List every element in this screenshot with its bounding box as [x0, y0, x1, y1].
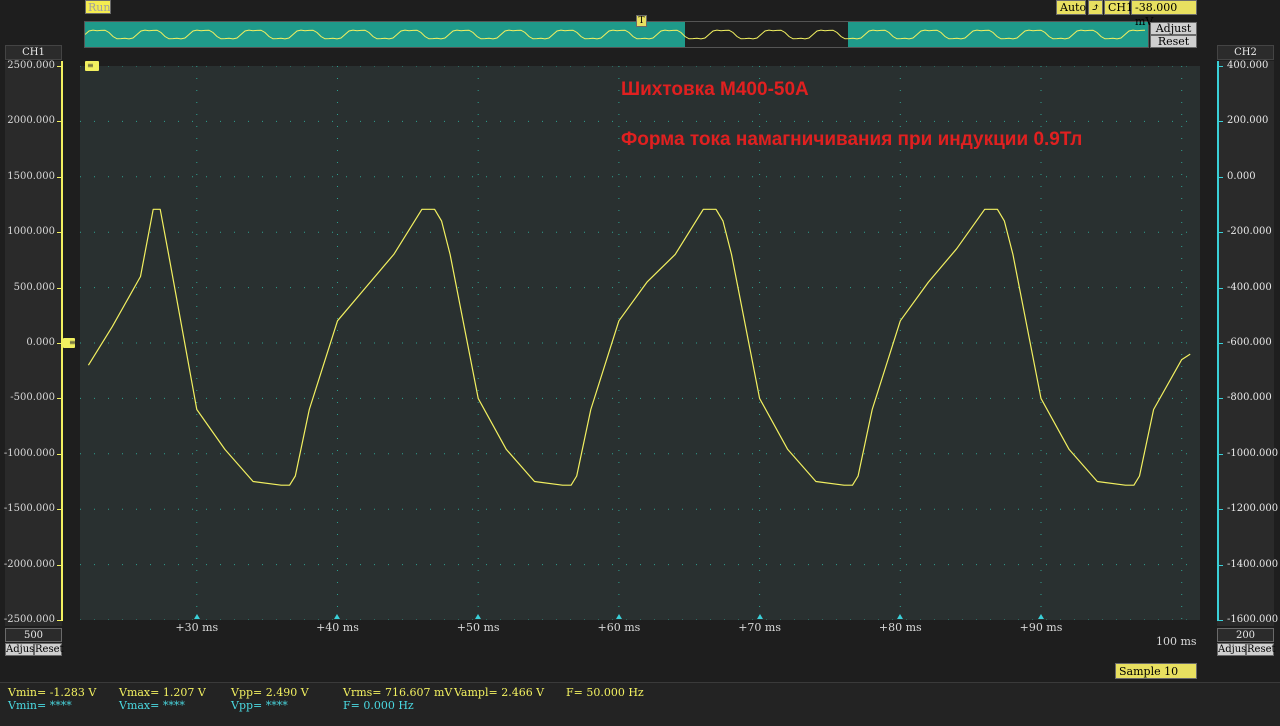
ch1-tick-mark — [57, 398, 61, 400]
x-tick-label: +50 ms — [456, 621, 500, 634]
ch2-scale[interactable]: 200 mV/Grid — [1217, 628, 1274, 655]
ch1-tick-mark — [57, 509, 61, 511]
ch1-tick-mark — [57, 453, 61, 455]
ch1-tick-mark — [57, 121, 61, 123]
ch1-tick-mark — [57, 343, 61, 344]
ch2-tick-label: 400.000 — [1227, 60, 1269, 71]
ch2-tick-label: 200.000 — [1227, 115, 1269, 127]
ch1-tick-label: -1000.000 — [3, 447, 55, 459]
ch2-tick-mark — [1219, 232, 1223, 234]
ch1-label[interactable]: CH1 — [5, 45, 62, 60]
ch2-tick-mark — [1219, 509, 1223, 511]
ch2-tick-mark — [1219, 66, 1223, 67]
ch1-adjust-button[interactable]: Adjust — [5, 643, 38, 656]
annotation-title: Шихтовка М400-50А — [621, 79, 809, 100]
ch1-reset-button[interactable]: Reset — [34, 643, 64, 656]
x-tick-label: +80 ms — [878, 621, 922, 634]
ch1-vmin: Vmin= -1.283 V — [8, 686, 97, 699]
ch2-vmin: Vmin= **** — [8, 699, 72, 712]
ch1-tick-label: 0.000 — [26, 337, 55, 348]
ch2-vmax: Vmax= **** — [119, 699, 185, 712]
x-tick-marker — [615, 614, 622, 619]
ch2-tick-label: -800.000 — [1227, 392, 1272, 404]
ch1-tick-label: -2000.000 — [3, 558, 55, 570]
ch2-tick-label: -400.000 — [1227, 281, 1272, 293]
trigger-position-marker[interactable]: T — [636, 15, 647, 27]
ch1-tick-label: -500.000 — [10, 392, 55, 404]
ch1-tick-mark — [57, 232, 61, 234]
annotation-subtitle: Форма тока намагничивания при индукции 0… — [621, 129, 1083, 150]
x-tick-label: +70 ms — [738, 621, 781, 634]
trigger-channel[interactable]: CH1 — [1104, 0, 1133, 15]
ch1-tick-mark — [57, 564, 61, 566]
ch2-tick-mark — [1219, 564, 1223, 566]
overview-adjust-button[interactable]: Adjust — [1150, 22, 1197, 35]
x-tick-marker — [897, 614, 904, 619]
ch1-vampl: Vampl= 2.466 V — [454, 686, 545, 699]
ch2-adjust-button[interactable]: Adjust — [1217, 643, 1250, 656]
ch2-tick-label: -1400.000 — [1227, 558, 1279, 570]
ch2-frequency: F= 0.000 Hz — [343, 699, 414, 712]
overview-reset-button[interactable]: Reset — [1150, 35, 1197, 48]
ch2-tick-mark — [1219, 287, 1223, 289]
ch1-frequency: F= 50.000 Hz — [566, 686, 644, 699]
overview-strip[interactable] — [84, 21, 1149, 48]
ch1-vrms: Vrms= 716.607 mV — [343, 686, 453, 699]
x-tick-label: +30 ms — [175, 621, 219, 634]
sample-rate[interactable]: Sample 10 KHz — [1115, 663, 1197, 693]
ch1-tick-mark — [57, 66, 61, 67]
ch1-tick-label: 1500.000 — [7, 170, 55, 182]
ch2-axis-line — [1217, 61, 1219, 621]
ch1-waveform — [87, 208, 1191, 486]
x-tick-label: +60 ms — [597, 621, 641, 634]
ch2-tick-mark — [1219, 620, 1223, 621]
x-tick-label: +90 ms — [1019, 621, 1063, 634]
ch2-tick-label: -1200.000 — [1227, 503, 1279, 515]
ch1-tick-label: -2500.000 — [3, 614, 55, 625]
timebase-label: 100 ms — [1156, 635, 1197, 648]
ch1-scale[interactable]: 500 mV/Grid — [5, 628, 62, 655]
ch2-reset-button[interactable]: Reset — [1246, 643, 1276, 656]
ch1-tick-mark — [57, 620, 61, 621]
ch2-tick-label: -600.000 — [1227, 337, 1272, 348]
trigger-edge-icon[interactable]: ⤴ — [1088, 0, 1103, 15]
x-tick-marker — [1038, 614, 1044, 619]
ch2-tick-mark — [1219, 176, 1223, 178]
ch1-vpp: Vpp= 2.490 V — [231, 686, 309, 699]
ch1-tick-label: 2000.000 — [7, 115, 55, 127]
ch1-tick-label: -1500.000 — [3, 503, 55, 515]
ch2-tick-label: -200.000 — [1227, 226, 1272, 238]
x-tick-marker — [756, 614, 763, 619]
x-tick-marker — [475, 614, 482, 619]
ch1-vmax: Vmax= 1.207 V — [119, 686, 206, 699]
ch2-tick-mark — [1219, 343, 1223, 344]
x-tick-marker — [334, 614, 341, 619]
ch2-tick-label: -1000.000 — [1227, 447, 1279, 459]
ch1-zero-marker[interactable]: ≡ — [63, 338, 76, 348]
ch2-tick-label: -1600.000 — [1227, 614, 1279, 625]
ch1-tick-label: 1000.000 — [7, 226, 55, 238]
run-button[interactable]: Run — [85, 0, 111, 14]
ch1-tick-mark — [57, 287, 61, 289]
ch1-zero-marker-icon: ≡ — [69, 338, 76, 347]
ch2-tick-mark — [1219, 121, 1223, 123]
ch1-tick-label: 2500.000 — [7, 60, 55, 71]
x-tick-label: +40 ms — [316, 621, 359, 634]
trigger-level[interactable]: -38.000 mV — [1131, 0, 1197, 28]
ch1-position-marker-icon: ≡ — [87, 61, 94, 70]
ch1-position-marker[interactable]: ≡ — [85, 61, 99, 71]
trigger-mode-auto[interactable]: Auto — [1056, 0, 1086, 15]
ch2-label[interactable]: CH2 — [1217, 45, 1274, 60]
ch1-tick-label: 500.000 — [13, 281, 55, 293]
x-tick-marker — [193, 614, 200, 619]
ch2-vpp: Vpp= **** — [231, 699, 288, 712]
overview-waveform — [85, 22, 1148, 47]
ch2-tick-mark — [1219, 453, 1223, 455]
ch2-tick-label: 0.000 — [1227, 170, 1256, 182]
ch1-tick-mark — [57, 176, 61, 178]
ch2-tick-mark — [1219, 398, 1223, 400]
